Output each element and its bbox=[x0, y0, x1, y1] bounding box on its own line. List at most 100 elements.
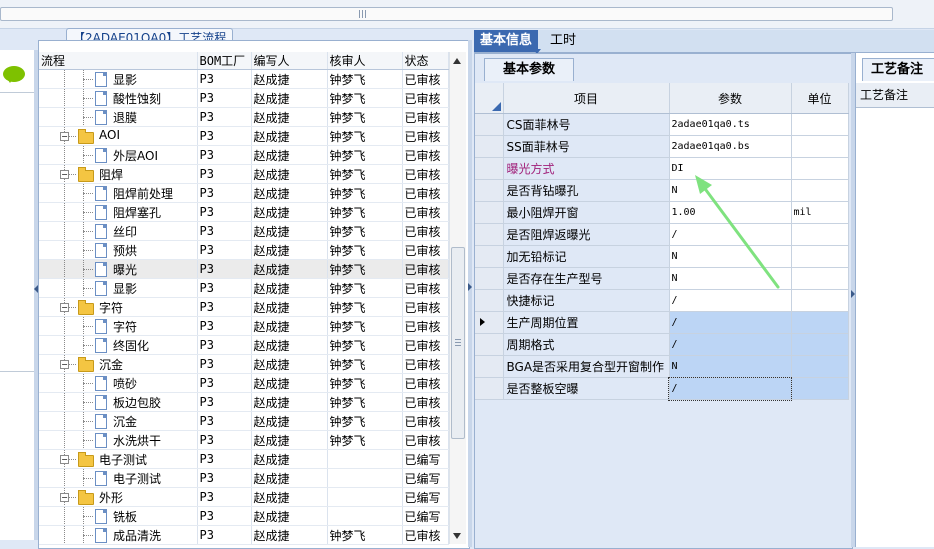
table-row[interactable]: 酸性蚀刻 P3 赵成捷 钟梦飞 已审核 bbox=[39, 88, 449, 108]
collapse-minus-icon[interactable]: − bbox=[60, 455, 69, 464]
row-indicator[interactable] bbox=[475, 311, 504, 334]
tree-cell[interactable]: 阻焊塞孔 bbox=[39, 202, 198, 222]
col-reviewer[interactable]: 核审人 bbox=[327, 52, 403, 70]
col-status[interactable]: 状态 bbox=[402, 52, 449, 70]
tree-cell[interactable]: − 电子测试 bbox=[39, 449, 198, 469]
table-row[interactable]: 板边包胶 P3 赵成捷 钟梦飞 已审核 bbox=[39, 392, 449, 412]
table-row[interactable]: 字符 P3 赵成捷 钟梦飞 已审核 bbox=[39, 316, 449, 336]
row-indicator[interactable] bbox=[475, 201, 504, 224]
table-row[interactable]: 阻焊前处理 P3 赵成捷 钟梦飞 已审核 bbox=[39, 183, 449, 203]
row-indicator[interactable] bbox=[475, 113, 504, 136]
table-row[interactable]: 外层AOI P3 赵成捷 钟梦飞 已审核 bbox=[39, 145, 449, 165]
row-indicator[interactable] bbox=[475, 245, 504, 268]
param-value[interactable]: / bbox=[669, 311, 792, 334]
collapse-minus-icon[interactable]: − bbox=[60, 360, 69, 369]
row-indicator[interactable] bbox=[475, 157, 504, 180]
tree-cell[interactable]: − 外形 bbox=[39, 487, 198, 507]
param-row[interactable]: 快捷标记 / bbox=[475, 289, 849, 312]
param-row[interactable]: 生产周期位置 / bbox=[475, 311, 849, 334]
col-writer[interactable]: 编写人 bbox=[251, 52, 328, 70]
collapse-minus-icon[interactable]: − bbox=[60, 303, 69, 312]
table-row[interactable]: − 字符 P3 赵成捷 钟梦飞 已审核 bbox=[39, 297, 449, 317]
collapse-minus-icon[interactable]: − bbox=[60, 170, 69, 179]
param-row[interactable]: 是否背钻曝孔 N bbox=[475, 179, 849, 202]
tree-cell[interactable]: − 沉金 bbox=[39, 354, 198, 374]
param-row[interactable]: 加无铅标记 N bbox=[475, 245, 849, 268]
param-value[interactable]: / bbox=[669, 333, 792, 356]
table-row[interactable]: 显影 P3 赵成捷 钟梦飞 已审核 bbox=[39, 69, 449, 89]
tab-work-hours[interactable]: 工时 bbox=[544, 30, 582, 52]
table-row[interactable]: − AOI P3 赵成捷 钟梦飞 已审核 bbox=[39, 126, 449, 146]
scrollbar-thumb[interactable] bbox=[451, 247, 465, 439]
tree-cell[interactable]: 酸性蚀刻 bbox=[39, 88, 198, 108]
row-indicator[interactable] bbox=[475, 135, 504, 158]
table-row[interactable]: 电子测试 P3 赵成捷 已编写 bbox=[39, 468, 449, 488]
tree-cell[interactable]: 显影 bbox=[39, 69, 198, 89]
scroll-down-icon[interactable] bbox=[453, 533, 461, 539]
table-row[interactable]: 丝印 P3 赵成捷 钟梦飞 已审核 bbox=[39, 221, 449, 241]
param-row[interactable]: 是否整板空曝 / bbox=[475, 376, 849, 401]
col-item[interactable]: 项目 bbox=[503, 83, 670, 114]
middle-splitter[interactable] bbox=[468, 40, 472, 547]
tree-cell[interactable]: 成品清洗 bbox=[39, 525, 198, 545]
tab-basic-info[interactable]: 基本信息 bbox=[474, 30, 539, 52]
tree-cell[interactable]: 外层AOI bbox=[39, 145, 198, 165]
tree-cell[interactable]: 预烘 bbox=[39, 240, 198, 260]
tree-cell[interactable]: 终固化 bbox=[39, 335, 198, 355]
param-value[interactable]: 2adae01qa0.bs bbox=[669, 135, 792, 158]
table-row[interactable]: − 电子测试 P3 赵成捷 已编写 bbox=[39, 449, 449, 469]
collapse-minus-icon[interactable]: − bbox=[60, 132, 69, 141]
horizontal-scrollbar[interactable] bbox=[0, 7, 893, 21]
tree-cell[interactable]: 字符 bbox=[39, 316, 198, 336]
param-row[interactable]: CS面菲林号 2adae01qa0.ts bbox=[475, 113, 849, 136]
table-row[interactable]: 水洗烘干 P3 赵成捷 钟梦飞 已审核 bbox=[39, 430, 449, 450]
col-unit[interactable]: 单位 bbox=[791, 83, 849, 114]
param-row[interactable]: 周期格式 / bbox=[475, 333, 849, 356]
row-indicator[interactable] bbox=[475, 355, 504, 378]
table-row[interactable]: 显影 P3 赵成捷 钟梦飞 已审核 bbox=[39, 278, 449, 298]
param-row[interactable]: SS面菲林号 2adae01qa0.bs bbox=[475, 135, 849, 158]
col-param[interactable]: 参数 bbox=[669, 83, 792, 114]
tree-cell[interactable]: 电子测试 bbox=[39, 468, 198, 488]
table-row[interactable]: − 阻焊 P3 赵成捷 钟梦飞 已审核 bbox=[39, 164, 449, 184]
tree-cell[interactable]: 沉金 bbox=[39, 411, 198, 431]
row-indicator[interactable] bbox=[475, 377, 504, 400]
tree-cell[interactable]: − AOI bbox=[39, 126, 198, 146]
table-row[interactable]: 阻焊塞孔 P3 赵成捷 钟梦飞 已审核 bbox=[39, 202, 449, 222]
row-indicator[interactable] bbox=[475, 179, 504, 202]
tree-cell[interactable]: 退膜 bbox=[39, 107, 198, 127]
table-row[interactable]: 喷砂 P3 赵成捷 钟梦飞 已审核 bbox=[39, 373, 449, 393]
table-row[interactable]: 曝光 P3 赵成捷 钟梦飞 已审核 bbox=[39, 259, 449, 279]
row-indicator[interactable] bbox=[475, 289, 504, 312]
tab-basic-params[interactable]: 基本参数 bbox=[484, 58, 574, 81]
collapse-minus-icon[interactable]: − bbox=[60, 493, 69, 502]
param-value[interactable]: N bbox=[669, 355, 792, 378]
col-bom[interactable]: BOM工厂 bbox=[197, 52, 252, 70]
table-row[interactable]: 退膜 P3 赵成捷 钟梦飞 已审核 bbox=[39, 107, 449, 127]
tree-cell[interactable]: 显影 bbox=[39, 278, 198, 298]
scroll-up-icon[interactable] bbox=[453, 58, 461, 64]
table-row[interactable]: − 沉金 P3 赵成捷 钟梦飞 已审核 bbox=[39, 354, 449, 374]
tree-cell[interactable]: 水洗烘干 bbox=[39, 430, 198, 450]
param-value[interactable]: / bbox=[668, 376, 792, 401]
table-row[interactable]: 沉金 P3 赵成捷 钟梦飞 已审核 bbox=[39, 411, 449, 431]
row-indicator[interactable] bbox=[475, 267, 504, 290]
tab-process-remarks[interactable]: 工艺备注 bbox=[862, 58, 934, 81]
table-row[interactable]: 成品清洗 P3 赵成捷 钟梦飞 已审核 bbox=[39, 525, 449, 545]
table-row[interactable]: 铣板 P3 赵成捷 已编写 bbox=[39, 506, 449, 526]
row-indicator[interactable] bbox=[475, 223, 504, 246]
param-row[interactable]: 是否存在生产型号 N bbox=[475, 267, 849, 290]
param-row[interactable]: 最小阻焊开窗 1.00 mil bbox=[475, 201, 849, 224]
param-row[interactable]: BGA是否采用复合型开窗制作 N bbox=[475, 355, 849, 378]
col-flow[interactable]: 流程 bbox=[39, 52, 198, 70]
row-indicator[interactable] bbox=[475, 333, 504, 356]
tree-cell[interactable]: − 字符 bbox=[39, 297, 198, 317]
tree-cell[interactable]: 板边包胶 bbox=[39, 392, 198, 412]
tree-cell[interactable]: 曝光 bbox=[39, 259, 198, 279]
table-row[interactable]: 终固化 P3 赵成捷 钟梦飞 已审核 bbox=[39, 335, 449, 355]
param-row[interactable]: 曝光方式 DI bbox=[475, 157, 849, 180]
chat-bubble-icon[interactable] bbox=[3, 66, 25, 83]
param-value[interactable]: 2adae01qa0.ts bbox=[669, 113, 792, 136]
tree-cell[interactable]: 丝印 bbox=[39, 221, 198, 241]
tree-cell[interactable]: 铣板 bbox=[39, 506, 198, 526]
